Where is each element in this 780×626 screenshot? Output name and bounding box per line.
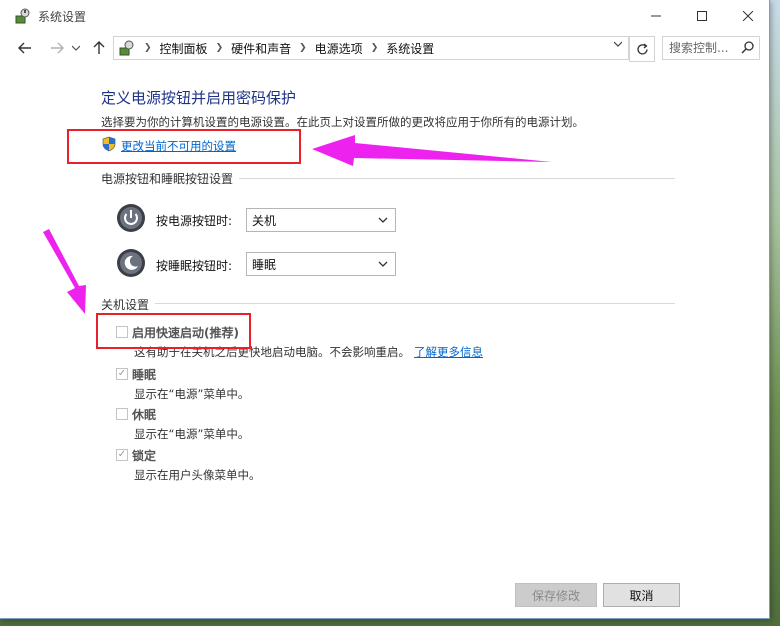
save-changes-button[interactable]: 保存修改 xyxy=(515,583,597,607)
up-button[interactable] xyxy=(88,37,110,59)
chevron-down-icon xyxy=(72,45,80,51)
search-box xyxy=(662,36,760,60)
recent-locations-button[interactable] xyxy=(69,37,83,59)
navigation-bar: ❯ 控制面板 ❯ 硬件和声音 ❯ 电源选项 ❯ 系统设置 xyxy=(0,31,769,63)
close-button[interactable] xyxy=(725,0,771,31)
cancel-button[interactable]: 取消 xyxy=(603,583,680,607)
control-panel-icon xyxy=(119,40,134,56)
breadcrumb-system-settings[interactable]: 系统设置 xyxy=(386,40,434,57)
back-button[interactable] xyxy=(14,37,36,59)
chevron-down-icon xyxy=(378,217,388,223)
forward-button[interactable] xyxy=(46,37,68,59)
address-bar[interactable]: ❯ 控制面板 ❯ 硬件和声音 ❯ 电源选项 ❯ 系统设置 xyxy=(113,36,629,60)
refresh-icon xyxy=(636,42,648,54)
sleep-description: 显示在“电源”菜单中。 xyxy=(134,387,250,401)
search-input[interactable] xyxy=(669,41,739,55)
breadcrumb-power-options[interactable]: 电源选项 xyxy=(315,40,363,57)
up-arrow-icon xyxy=(93,41,105,54)
shutdown-group-label: 关机设置 xyxy=(101,296,156,313)
maximize-button[interactable] xyxy=(679,0,725,31)
search-icon[interactable] xyxy=(741,40,755,54)
hibernate-checkbox[interactable] xyxy=(116,408,128,420)
learn-more-link[interactable]: 了解更多信息 xyxy=(414,345,483,359)
window-title: 系统设置 xyxy=(38,10,87,24)
chevron-down-icon xyxy=(378,261,388,267)
breadcrumb-separator-icon: ❯ xyxy=(299,43,307,53)
page-title: 定义电源按钮并启用密码保护 xyxy=(101,89,297,107)
minimize-icon xyxy=(651,15,661,16)
back-arrow-icon xyxy=(18,42,31,54)
close-icon xyxy=(743,10,753,21)
breadcrumb-hardware-sound[interactable]: 硬件和声音 xyxy=(231,40,291,57)
sleep-button-icon xyxy=(117,249,145,277)
lock-label: 锁定 xyxy=(132,449,157,463)
power-buttons-group-label: 电源按钮和睡眠按钮设置 xyxy=(101,170,240,187)
breadcrumb-separator-icon: ❯ xyxy=(215,43,224,53)
sleep-label: 睡眠 xyxy=(132,368,157,382)
hibernate-description: 显示在“电源”菜单中。 xyxy=(134,427,250,441)
sleep-button-label: 按睡眠按钮时: xyxy=(156,259,233,273)
lock-checkbox[interactable]: ✓ xyxy=(116,449,128,461)
hibernate-label: 休眠 xyxy=(132,408,157,422)
divider xyxy=(101,303,675,304)
sleep-button-action-select[interactable]: 睡眠 xyxy=(246,252,396,276)
power-button-action-select[interactable]: 关机 xyxy=(246,208,396,232)
title-bar: 系统设置 xyxy=(0,0,769,31)
annotation-highlight-box xyxy=(67,129,301,164)
sleep-button-action-value: 睡眠 xyxy=(252,257,277,272)
power-button-icon xyxy=(117,204,145,232)
sleep-checkbox[interactable]: ✓ xyxy=(116,368,128,380)
address-dropdown-icon[interactable] xyxy=(614,41,622,47)
refresh-button[interactable] xyxy=(629,36,655,62)
breadcrumb-control-panel[interactable]: 控制面板 xyxy=(160,40,208,57)
breadcrumb-separator-icon: ❯ xyxy=(144,43,152,53)
power-button-action-value: 关机 xyxy=(252,213,277,228)
annotation-highlight-box xyxy=(96,313,251,349)
lock-description: 显示在用户头像菜单中。 xyxy=(134,468,261,482)
maximize-icon xyxy=(697,10,707,21)
power-options-icon xyxy=(15,8,30,24)
forward-arrow-icon xyxy=(51,42,64,54)
power-button-label: 按电源按钮时: xyxy=(156,214,233,228)
page-description: 选择要为你的计算机设置的电源设置。在此页上对设置所做的更改将应用于你所有的电源计… xyxy=(101,115,584,129)
breadcrumb-separator-icon: ❯ xyxy=(370,43,379,53)
control-panel-window: 系统设置 ❯ 控制面板 ❯ 硬件和声音 ❯ 电源选项 ❯ 系统设置 搜索控制..… xyxy=(0,0,770,619)
minimize-button[interactable] xyxy=(633,0,679,31)
